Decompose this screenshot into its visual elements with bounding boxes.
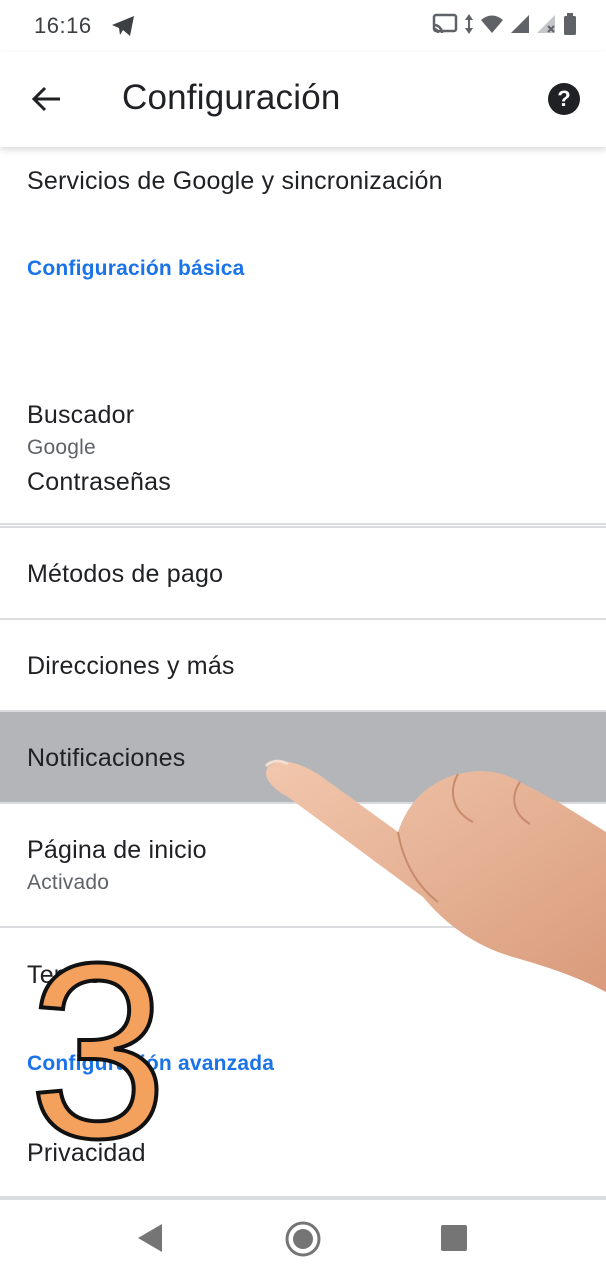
data-arrows-icon (464, 13, 474, 40)
arrow-back-icon (31, 86, 62, 117)
section-header-label: Configuración básica (27, 257, 245, 280)
nav-home-button[interactable] (284, 1220, 322, 1263)
nav-back-button[interactable] (136, 1222, 164, 1259)
list-item-label: Servicios de Google y sincronización (27, 167, 443, 195)
list-item-payment-methods[interactable]: Métodos de pago (0, 528, 606, 620)
wifi-icon (480, 14, 504, 39)
list-item-label: Privacidad (27, 1139, 146, 1167)
battery-icon (564, 13, 576, 40)
app-bar: Configuración ? (0, 52, 606, 147)
status-time: 16:16 (34, 13, 92, 38)
page-title: Configuración (122, 78, 341, 117)
list-item-label: Notificaciones (27, 744, 186, 772)
section-header-basic: Configuración básica (0, 237, 606, 327)
list-item-privacy[interactable]: Privacidad (0, 1108, 606, 1198)
telegram-icon (110, 14, 136, 43)
system-nav-bar (0, 1198, 606, 1282)
list-item-label: Página de inicio (27, 836, 207, 864)
list-item-addresses[interactable]: Direcciones y más (0, 620, 606, 712)
triangle-back-icon (136, 1222, 164, 1259)
signal-icon (510, 14, 530, 39)
list-item-google-services[interactable]: Servicios de Google y sincronización (0, 147, 606, 237)
status-icons (432, 13, 576, 40)
section-header-label: Configuración avanzada (27, 1052, 275, 1075)
nav-recents-button[interactable] (440, 1224, 468, 1257)
list-item-value: Activado (27, 871, 110, 894)
list-item-themes[interactable]: Temas (0, 928, 606, 1020)
list-item-label: Contraseñas (27, 468, 171, 496)
list-item-passwords[interactable]: Contraseñas (0, 436, 606, 528)
square-recents-icon (440, 1224, 468, 1257)
list-item-label: Métodos de pago (27, 560, 224, 588)
cast-icon (432, 13, 458, 40)
list-item-homepage[interactable]: Página de inicio Activado (0, 804, 606, 928)
signal-off-icon (536, 14, 558, 39)
list-item-label: Temas (27, 961, 102, 989)
section-header-advanced: Configuración avanzada (0, 1020, 606, 1108)
circle-home-icon (284, 1220, 322, 1263)
help-icon: ? (557, 86, 571, 111)
help-button[interactable]: ? (548, 83, 580, 115)
back-button[interactable] (24, 78, 70, 124)
list-item-label: Buscador (27, 401, 135, 429)
status-bar: 16:16 (0, 0, 606, 52)
list-item-notifications[interactable]: Notificaciones (0, 712, 606, 804)
list-item-label: Direcciones y más (27, 652, 235, 680)
